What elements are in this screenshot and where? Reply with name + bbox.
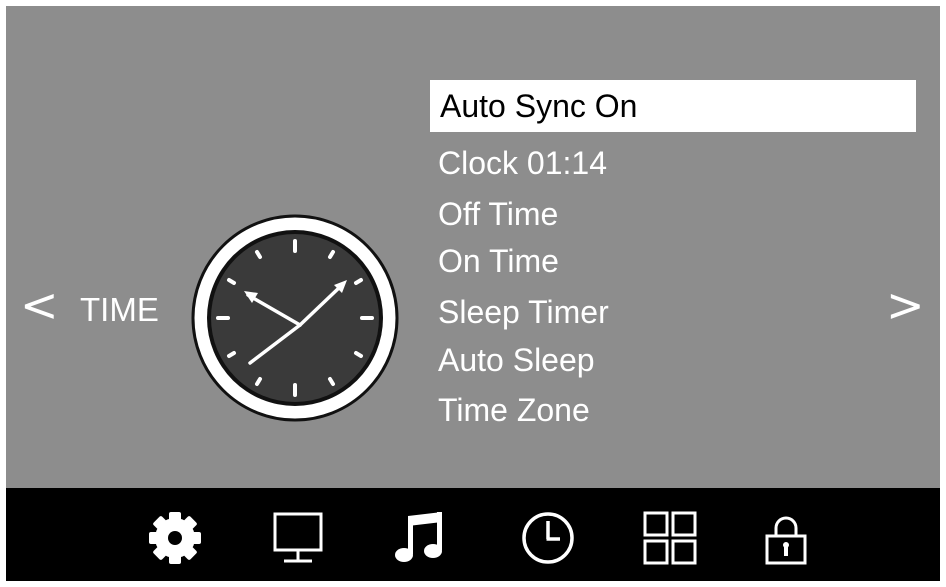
- gear-icon[interactable]: [145, 508, 205, 568]
- lock-icon[interactable]: [756, 508, 816, 568]
- previous-section-arrow[interactable]: <: [20, 282, 59, 328]
- grid-icon[interactable]: [640, 508, 700, 568]
- section-title: TIME: [80, 291, 159, 328]
- menu-item-auto-sleep[interactable]: Auto Sleep: [438, 344, 595, 376]
- menu-item-time-zone[interactable]: Time Zone: [438, 394, 590, 426]
- clock-illustration-icon: [190, 213, 400, 423]
- menu-item-on-time[interactable]: On Time: [438, 245, 559, 277]
- menu-item-clock[interactable]: Clock 01:14: [438, 147, 607, 179]
- menu-item-auto-sync[interactable]: Auto Sync On: [430, 80, 916, 132]
- tv-menu-screen: < TIME Auto Sync On Clock 01:14 Off Time…: [6, 6, 940, 581]
- monitor-icon[interactable]: [268, 508, 328, 568]
- menu-item-off-time[interactable]: Off Time: [438, 198, 558, 230]
- bottom-nav-bar: [6, 488, 940, 581]
- menu-item-sleep-timer[interactable]: Sleep Timer: [438, 296, 609, 328]
- clock-nav-icon[interactable]: [518, 508, 578, 568]
- next-section-arrow[interactable]: >: [886, 282, 925, 328]
- music-note-icon[interactable]: [390, 508, 450, 568]
